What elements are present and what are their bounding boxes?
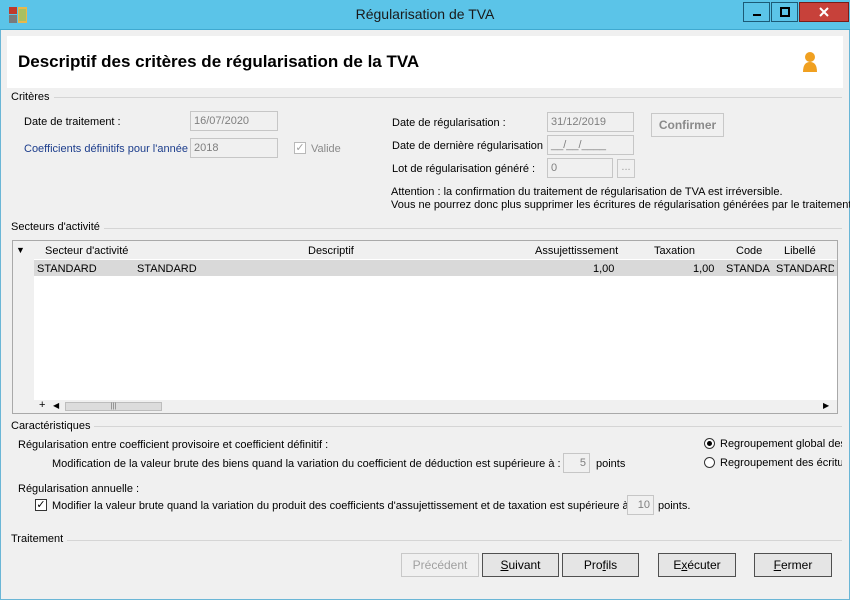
cell-code: STANDA [726,263,770,275]
col-header-secteur[interactable]: Secteur d'activité [45,245,128,257]
grid-body [34,259,837,400]
date-regul-field[interactable]: 31/12/2019 [547,112,634,132]
close-button[interactable] [799,2,849,22]
minimize-button[interactable] [743,2,770,22]
fermer-button[interactable]: Fermer [754,553,832,577]
window-title: Régularisation de TVA [355,6,495,22]
radio-regroupement-ecritures[interactable] [704,457,715,468]
col-header-libelle[interactable]: Libellé [784,245,816,257]
page-title: Descriptif des critères de régularisatio… [18,52,420,71]
date-traitement-label: Date de traitement : [24,116,121,128]
scroll-right-icon[interactable]: ▶ [823,401,829,410]
confirmer-button[interactable]: Confirmer [651,113,724,137]
points-label: points [596,458,626,470]
secteurs-group-line [12,228,842,229]
suivant-button[interactable]: Suivant [482,553,559,577]
criteres-group-line [12,97,842,98]
horizontal-scrollbar-thumb[interactable]: ||| [65,402,162,411]
coeff-annee-field[interactable]: 2018 [190,138,278,158]
annuelle-check-label[interactable]: Modifier la valeur brute quand la variat… [52,500,635,512]
provisoire-label: Régularisation entre coefficient proviso… [18,439,329,451]
maximize-icon [779,7,790,17]
maximize-button[interactable] [771,2,798,22]
cell-taxation: 1,00 [693,263,715,275]
col-header-taxation[interactable]: Taxation [654,245,695,257]
date-derniere-label: Date de dernière régularisation : [392,140,550,152]
warning-line-1: Attention : la confirmation du traitemen… [391,186,783,198]
col-header-assujettissement[interactable]: Assujettissement [535,245,618,257]
user-icon [801,51,819,73]
coeff-annee-label[interactable]: Coefficients définitifs pour l'année : [24,143,194,155]
annuelle-checkbox[interactable]: ✓ [35,499,47,511]
caracteristiques-group-line [12,426,842,427]
col-header-descriptif[interactable]: Descriptif [308,245,354,257]
col-header-code[interactable]: Code [736,245,762,257]
date-traitement-field[interactable]: 16/07/2020 [190,111,278,131]
traitement-group-label: Traitement [11,533,68,545]
traitement-group-line [12,540,842,541]
cell-libelle: STANDARD [776,263,834,275]
close-icon [819,7,829,17]
precedent-button[interactable]: Précédent [401,553,479,577]
add-row-icon[interactable]: + [39,399,45,411]
scroll-left-icon[interactable]: ◀ [53,401,59,410]
secteurs-group-label: Secteurs d'activité [11,221,104,233]
cell-secteur: STANDARD [37,263,97,275]
lot-label: Lot de régularisation généré : [392,163,536,175]
date-regul-label: Date de régularisation : [392,117,506,129]
modif-value-field[interactable]: 5 [563,453,590,473]
modif-label: Modification de la valeur brute des bien… [52,458,561,470]
warning-line-2: Vous ne pourrez donc plus supprimer les … [391,199,850,211]
annuelle-value-field[interactable]: 10 [627,495,654,515]
annuelle-points-label: points. [658,500,691,512]
title-bar: Régularisation de TVA [0,0,850,30]
date-derniere-field[interactable]: __/__/____ [547,135,634,155]
annuelle-label: Régularisation annuelle : [18,483,140,495]
cell-assujettissement: 1,00 [593,263,615,275]
valide-checkbox[interactable]: ✓ [294,142,306,154]
caracteristiques-group-label: Caractéristiques [11,420,95,432]
radio-regroupement-global[interactable] [704,438,715,449]
criteres-group-label: Critères [11,91,54,103]
grid-menu-icon[interactable]: ▼ [16,245,25,255]
lot-field[interactable]: 0 [547,158,613,178]
minimize-icon [752,14,761,16]
cell-descriptif: STANDARD [137,263,197,275]
valide-label: Valide [311,143,341,155]
executer-button[interactable]: Exécuter [658,553,736,577]
radio-regroupement-ecritures-label[interactable]: Regroupement des écritur [720,457,842,469]
radio-regroupement-global-label[interactable]: Regroupement global des [720,438,842,450]
profils-button[interactable]: Profils [562,553,639,577]
secteurs-grid[interactable]: ▼ Secteur d'activité Descriptif Assujett… [12,240,838,414]
lot-browse-button[interactable]: ... [617,159,635,178]
